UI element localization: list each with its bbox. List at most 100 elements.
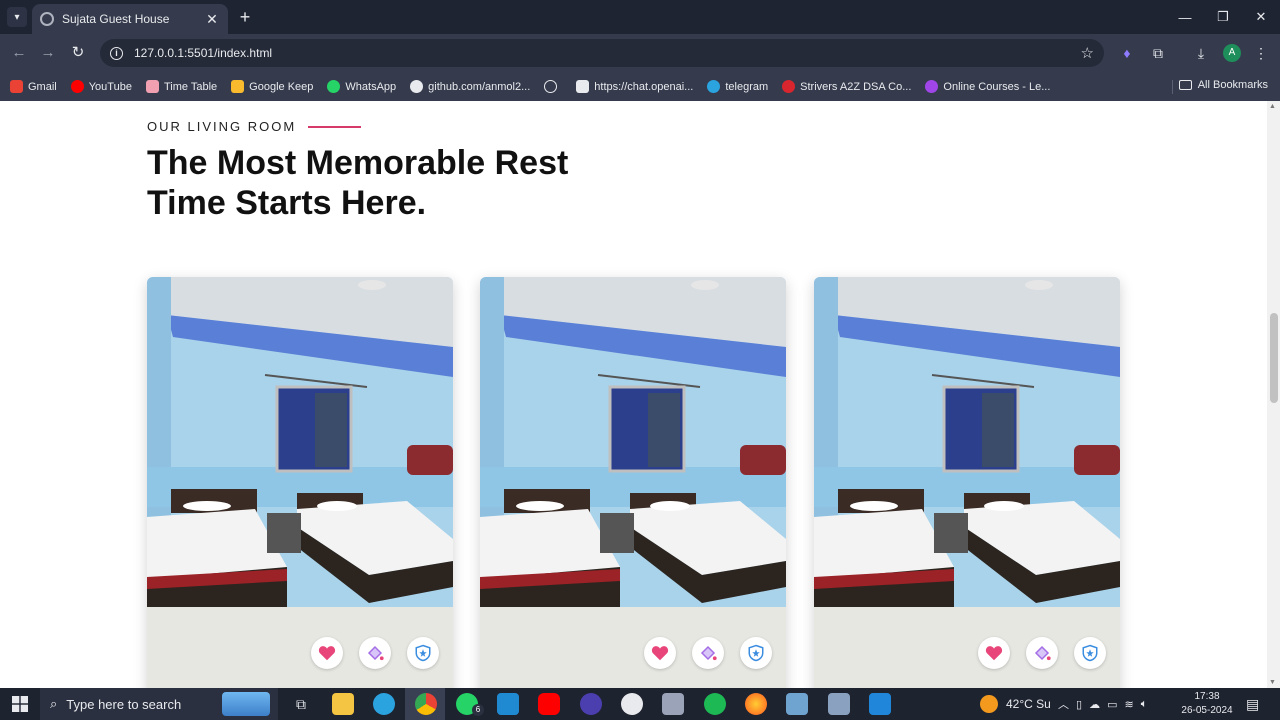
firefox-taskbar-icon[interactable] (745, 693, 767, 715)
eyebrow-text: OUR LIVING ROOM (147, 119, 297, 134)
search-highlight-icon (222, 692, 270, 716)
system-tray-icons[interactable]: ︿ ▯ ☁ ▭ ≋ 🔈︎ (1058, 688, 1154, 720)
github-desktop-taskbar-icon[interactable] (621, 693, 643, 715)
volume-icon[interactable]: 🔈︎ (1141, 698, 1155, 711)
notifications-icon[interactable]: ▤ (1246, 688, 1259, 720)
paint-bucket-icon (700, 645, 717, 661)
address-bar[interactable]: i 127.0.0.1:5501/index.html ☆ (100, 39, 1104, 67)
download-icon[interactable]: ⤓ (1191, 43, 1211, 63)
chevron-up-icon[interactable]: ︿ (1058, 696, 1076, 712)
skit-taskbar-icon[interactable] (662, 693, 684, 715)
paint-button[interactable] (692, 637, 724, 669)
youtube-taskbar-icon[interactable] (538, 693, 560, 715)
wifi-icon[interactable]: ≋ (1124, 698, 1140, 711)
github-icon (410, 80, 424, 93)
bookmark-google-keep[interactable]: Google Keep (231, 80, 313, 93)
site-info-icon[interactable]: i (110, 46, 123, 60)
app-circle-taskbar-icon[interactable] (580, 693, 602, 715)
all-bookmarks-button[interactable]: All Bookmarks (1178, 79, 1268, 91)
room-card[interactable] (814, 277, 1120, 688)
bookmark-globe[interactable] (544, 80, 562, 93)
browser-toolbar: ← → ↻ i 127.0.0.1:5501/index.html ☆ ♦ ⧉ … (0, 34, 1280, 72)
eyebrow-accent-line (308, 125, 362, 128)
extension-flame-icon[interactable]: ♦ (1117, 43, 1137, 63)
bookmark-youtube[interactable]: YouTube (70, 80, 132, 93)
room-card[interactable] (147, 277, 453, 688)
scroll-down-arrow[interactable]: ▼ (1269, 679, 1276, 686)
scrollbar-thumb[interactable] (1270, 313, 1278, 403)
paint-taskbar-icon[interactable] (828, 693, 850, 715)
close-window-button[interactable]: ✕ (1242, 0, 1280, 34)
room-card[interactable] (480, 277, 786, 688)
weather-text: 42°C Su (1006, 697, 1051, 711)
section-eyebrow: OUR LIVING ROOM (147, 119, 362, 134)
back-button[interactable]: ← (8, 42, 30, 64)
kebab-menu-icon[interactable]: ⋮ (1251, 43, 1271, 63)
bookmark-star-icon[interactable]: ☆ (1081, 44, 1094, 62)
paint-button[interactable] (359, 637, 391, 669)
forward-button[interactable]: → (37, 42, 59, 64)
vscode-taskbar-icon[interactable] (497, 693, 519, 715)
file-explorer-icon[interactable] (332, 693, 354, 715)
battery-icon[interactable]: ▭ (1107, 698, 1124, 711)
badge-button[interactable] (1074, 637, 1106, 669)
youtube-icon (70, 80, 84, 93)
bookmark-gmail[interactable]: Gmail (10, 80, 57, 93)
section-heading: The Most Memorable Rest Time Starts Here… (147, 143, 667, 223)
reload-button[interactable]: ↻ (67, 42, 89, 64)
bookmarks-bar: Gmail YouTube Time Table Google Keep Wha… (0, 72, 1280, 101)
badge-button[interactable] (407, 637, 439, 669)
notepad-taskbar-icon[interactable] (786, 693, 808, 715)
page-scrollbar[interactable]: ▲ ▼ (1267, 101, 1280, 688)
tab-active[interactable]: Sujata Guest House ✕ (32, 4, 228, 34)
telegram-taskbar-icon[interactable] (373, 693, 395, 715)
bookmark-online-courses[interactable]: Online Courses - Le... (925, 80, 1050, 93)
cloud-icon[interactable]: ☁ (1089, 698, 1107, 711)
tab-close-icon[interactable]: ✕ (204, 11, 220, 28)
taskbar-search-box[interactable]: ⌕ Type here to search (40, 688, 278, 720)
like-button[interactable] (644, 637, 676, 669)
tab-search-button[interactable]: ▾ (7, 7, 27, 27)
whatsapp-badge: 6 (472, 704, 484, 716)
spotify-taskbar-icon[interactable] (704, 693, 726, 715)
photos-taskbar-icon[interactable] (869, 693, 891, 715)
minimize-button[interactable]: — (1166, 0, 1204, 34)
heart-icon (318, 646, 336, 661)
bookmark-chatgpt[interactable]: https://chat.openai... (576, 80, 693, 93)
bookmark-whatsapp[interactable]: WhatsApp (327, 80, 396, 93)
sun-icon (980, 695, 998, 713)
bookmark-strivers[interactable]: Strivers A2Z DSA Co... (782, 80, 911, 93)
taskbar-clock[interactable]: 17:38 26-05-2024 (1178, 690, 1236, 718)
device-icon[interactable]: ▯ (1076, 698, 1089, 711)
badge-button[interactable] (740, 637, 772, 669)
taskbar-search-placeholder: Type here to search (66, 696, 182, 712)
paint-button[interactable] (1026, 637, 1058, 669)
profile-avatar[interactable]: A (1223, 44, 1241, 62)
bookmarks-separator (1172, 80, 1173, 94)
bookmark-telegram[interactable]: telegram (707, 80, 768, 93)
heart-icon (985, 646, 1003, 661)
like-button[interactable] (978, 637, 1010, 669)
browser-tab-strip: ▾ Sujata Guest House ✕ + — ❐ ✕ (0, 0, 1280, 34)
shield-star-icon (1082, 644, 1098, 662)
chrome-taskbar-icon[interactable] (415, 693, 437, 715)
windows-start-icon[interactable] (12, 696, 28, 712)
room-photo (480, 277, 786, 688)
new-tab-button[interactable]: + (234, 6, 256, 28)
bookmark-time-table[interactable]: Time Table (145, 80, 217, 93)
weather-widget[interactable]: 42°C Su (980, 688, 1051, 720)
scroll-up-arrow[interactable]: ▲ (1269, 103, 1276, 110)
card-actions (978, 637, 1106, 669)
paint-bucket-icon (1034, 645, 1051, 661)
web-page: OUR LIVING ROOM The Most Memorable Rest … (0, 101, 1267, 688)
heading-line-2: Time Starts Here. (147, 184, 427, 222)
openai-icon (576, 80, 590, 93)
extensions-puzzle-icon[interactable]: ⧉ (1148, 43, 1168, 63)
maximize-button[interactable]: ❐ (1204, 0, 1242, 34)
gmail-icon (10, 80, 23, 93)
bookmark-github[interactable]: github.com/anmol2... (410, 80, 530, 93)
heart-icon (651, 646, 669, 661)
url-text[interactable]: 127.0.0.1:5501/index.html (134, 46, 1081, 60)
task-view-icon[interactable]: ⧉ (290, 693, 312, 715)
like-button[interactable] (311, 637, 343, 669)
